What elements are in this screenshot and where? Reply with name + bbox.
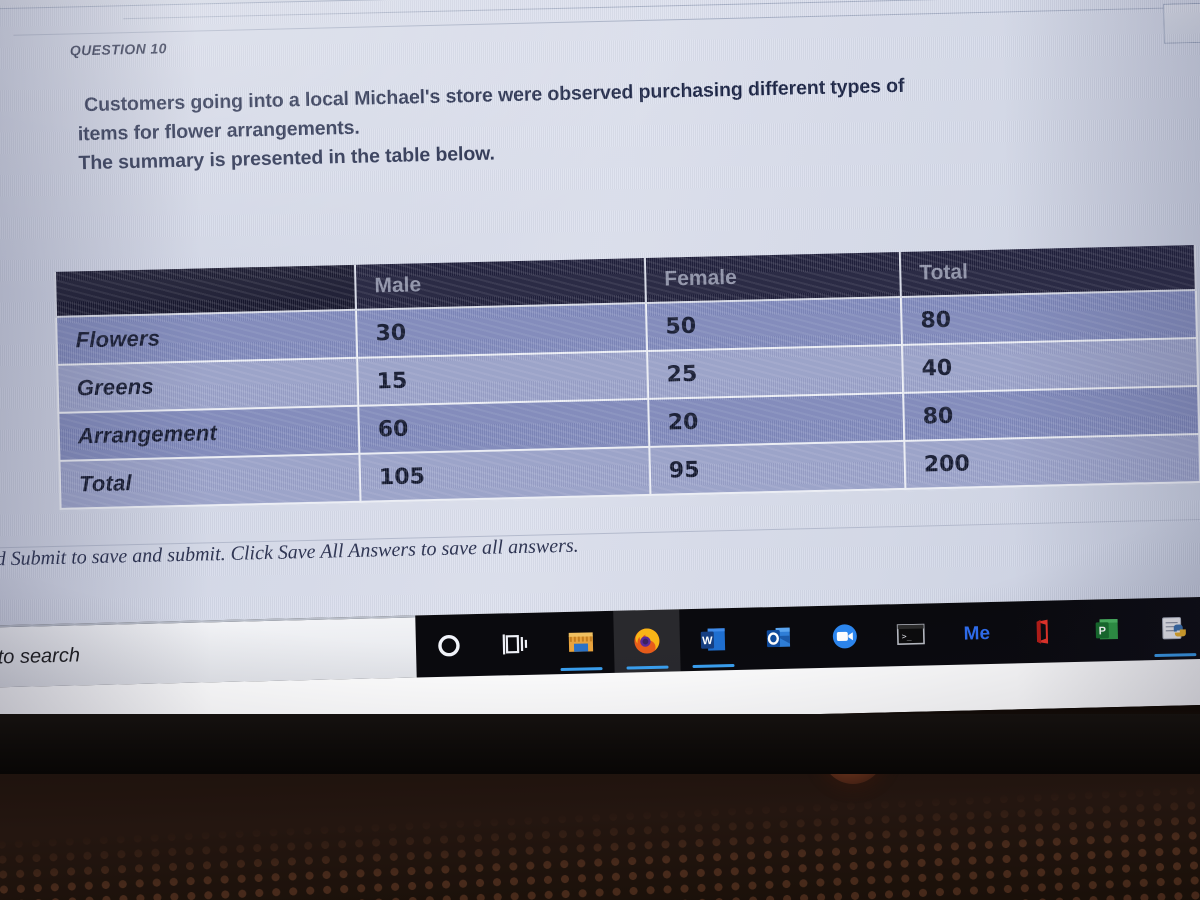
summary-table: Male Female Total Flowers 30 50 80 Green… (54, 245, 1200, 510)
svg-text:P: P (1098, 625, 1106, 637)
search-input-text: here to search (0, 643, 81, 669)
office-icon (1036, 619, 1049, 644)
svg-text:>_: >_ (902, 632, 912, 641)
cell-arrangement-male: 60 (358, 398, 650, 454)
taskbar-item-word[interactable]: W (679, 608, 746, 672)
question-text: Customers going into a local Michael's s… (77, 68, 1089, 179)
row-label-flowers: Flowers (56, 309, 358, 365)
browser-panel-edge (1163, 1, 1200, 44)
taskbar-item-cortana[interactable] (415, 614, 482, 678)
row-label-total: Total (59, 453, 361, 509)
me-icon: Me (963, 622, 991, 645)
cell-total-male: 105 (359, 446, 651, 502)
cell-flowers-total: 80 (900, 290, 1197, 345)
table-header-female: Female (644, 251, 901, 303)
cell-total-female: 95 (649, 440, 906, 495)
word-icon: W (700, 628, 726, 651)
cell-total-total: 200 (904, 433, 1200, 489)
outlook-icon (766, 627, 791, 648)
table-header-male: Male (354, 257, 646, 310)
taskbar-item-python-notes[interactable] (1141, 597, 1200, 661)
task-view-icon (502, 634, 528, 655)
cell-arrangement-total: 80 (903, 385, 1200, 441)
cortana-icon (438, 635, 460, 657)
publisher-icon: P (1095, 618, 1118, 640)
cell-flowers-male: 30 (356, 302, 648, 358)
taskbar-item-me[interactable]: Me (943, 602, 1010, 666)
taskbar-item-zoom[interactable] (811, 605, 878, 669)
screen-surface: » Question Completion Status: QUESTION 1… (0, 0, 1200, 734)
taskbar-item-command-prompt[interactable]: >_ (877, 603, 944, 667)
cell-greens-total: 40 (902, 338, 1199, 393)
speaker-grille (0, 776, 1200, 900)
divider-top-1 (123, 0, 1200, 20)
row-label-arrangement: Arrangement (58, 405, 360, 461)
taskbar-item-firefox[interactable] (613, 609, 681, 673)
cell-flowers-female: 50 (645, 296, 903, 351)
python-notes-icon (1162, 617, 1186, 640)
cell-greens-female: 25 (647, 344, 904, 399)
taskbar-item-task-view[interactable] (481, 612, 548, 676)
zoom-icon (832, 624, 857, 649)
row-label-greens: Greens (57, 357, 359, 413)
search-input[interactable]: here to search (0, 615, 417, 688)
cell-greens-male: 15 (357, 350, 649, 406)
svg-text:W: W (702, 635, 713, 647)
microsoft-store-icon (568, 632, 594, 652)
taskbar-item-microsoft-store[interactable] (547, 611, 614, 675)
firefox-icon (634, 628, 660, 654)
photo-scene: hp » Question Completion Status: QUESTIO… (0, 0, 1200, 900)
table-header-corner (55, 264, 357, 317)
taskbar-item-outlook[interactable] (745, 606, 812, 670)
taskbar-item-publisher[interactable]: P (1075, 598, 1142, 662)
cell-arrangement-female: 20 (648, 392, 905, 447)
command-prompt-icon: >_ (896, 623, 925, 645)
laptop-screen: » Question Completion Status: QUESTION 1… (0, 0, 1200, 734)
taskbar-item-office[interactable] (1009, 600, 1076, 664)
browser-page: » Question Completion Status: QUESTION 1… (0, 0, 1200, 626)
table-header-total: Total (899, 245, 1196, 297)
screen-bezel-bottom (0, 714, 1200, 774)
divider-top-2 (13, 5, 1200, 36)
question-number-label: QUESTION 10 (69, 40, 167, 59)
